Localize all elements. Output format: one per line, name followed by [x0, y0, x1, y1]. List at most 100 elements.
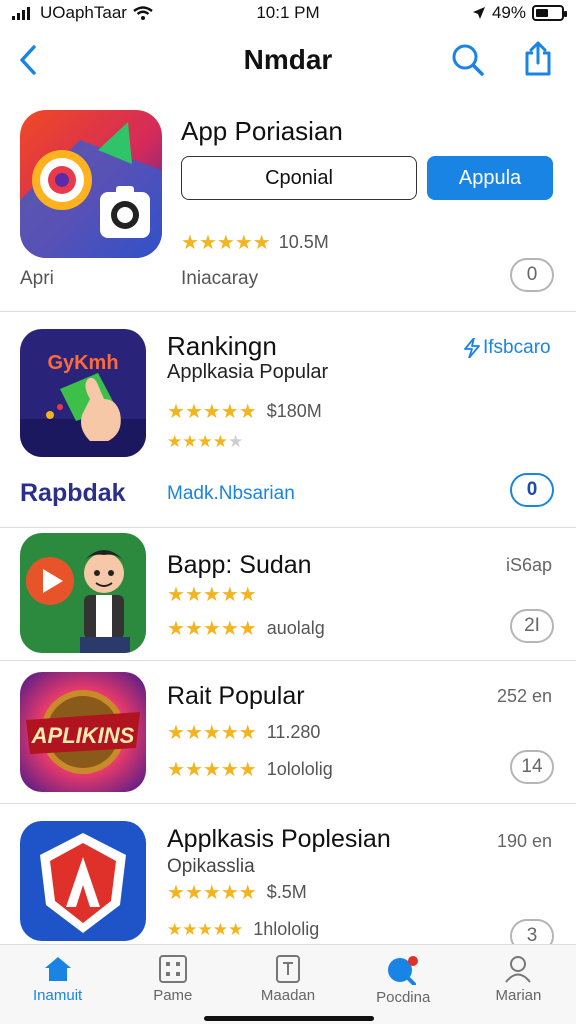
featured-badge[interactable]: 0	[510, 258, 554, 292]
star-rating: ★★★★★	[167, 723, 257, 743]
star-rating: ★★★★★	[167, 619, 257, 639]
tab-label: Pame	[153, 987, 193, 1004]
ranking-badge[interactable]: 0	[510, 473, 554, 507]
star-icon: ★	[184, 400, 203, 423]
star-icon: ★	[184, 617, 203, 640]
star-icon: ★	[167, 721, 185, 744]
app-secondary-rating: ★★★★★ auolalg	[167, 618, 325, 639]
ranking-link[interactable]: Ifsbcaro	[464, 337, 551, 359]
aplikins-app-logo: APLIKINS	[20, 672, 146, 792]
app-title: Rait Popular	[167, 682, 305, 710]
star-icon: ★	[167, 584, 185, 606]
ranking-app-icon[interactable]: GyKmh	[20, 329, 146, 457]
tab-apps[interactable]: Maadan	[230, 945, 345, 1024]
share-button[interactable]	[518, 38, 558, 80]
star-icon: ★	[238, 881, 257, 904]
ranking-brand: Rapbdak	[20, 479, 126, 507]
app-badge[interactable]: 14	[510, 750, 554, 784]
star-icon: ★	[220, 881, 239, 904]
featured-app-icon[interactable]	[20, 110, 162, 258]
get-app-button[interactable]: Appula	[427, 156, 553, 200]
app-secondary-rating: ★★★★★ 1hlololig	[167, 919, 319, 940]
search-icon	[452, 44, 484, 76]
star-rating: ★★★★★	[167, 432, 243, 451]
secondary-action-button[interactable]: Cponial	[181, 156, 417, 200]
search-icon	[388, 956, 419, 985]
carrier-name: UOaphTaar	[40, 3, 127, 22]
ranking-link-label: Ifsbcaro	[483, 337, 551, 358]
ranking-secondary-rating: ★★★★★	[167, 433, 243, 452]
star-icon: ★	[167, 617, 185, 640]
app-side-info: 190 en	[496, 831, 552, 851]
star-icon: ★	[234, 231, 253, 254]
share-icon	[525, 41, 551, 76]
star-icon: ★	[212, 920, 228, 939]
app-side-info: 252 en	[496, 686, 552, 706]
app-detail: $.5M	[266, 882, 307, 902]
tab-label: Inamuit	[33, 987, 83, 1004]
star-icon: ★	[202, 721, 221, 744]
tab-search[interactable]: Pocdina	[346, 945, 461, 1024]
star-icon: ★	[202, 758, 221, 781]
featured-caption: Apri	[20, 268, 54, 289]
tab-games[interactable]: Pame	[115, 945, 230, 1024]
tab-bar: Inamuit Pame Maadan Pocdina Marian	[0, 944, 576, 1024]
featured-app: App Poriasian Cponial Appula ★★★★★ 10.5M…	[0, 100, 576, 312]
star-rating: ★★★★★	[167, 921, 243, 938]
tab-label: Marian	[495, 987, 542, 1004]
star-icon: ★	[182, 920, 198, 939]
aplikins-icon-text: APLIKINS	[31, 723, 135, 748]
star-icon: ★	[167, 400, 185, 423]
star-icon: ★	[198, 231, 217, 254]
app-icon[interactable]	[20, 533, 146, 653]
star-icon: ★	[197, 920, 213, 939]
star-icon: ★	[220, 721, 239, 744]
list-item: Bapp: Sudan iS6ap ★★★★★ ★★★★★ auolalg 2I	[0, 529, 576, 661]
person-icon	[505, 956, 532, 983]
status-left: UOaphTaar	[12, 3, 153, 23]
star-icon: ★	[220, 758, 239, 781]
search-button[interactable]	[448, 40, 488, 80]
star-icon: ★	[212, 432, 228, 451]
lightning-icon	[464, 338, 480, 358]
app-icon[interactable]	[20, 821, 146, 941]
star-icon: ★	[184, 758, 203, 781]
star-icon: ★	[238, 758, 257, 781]
star-icon: ★	[184, 584, 203, 606]
app-rating: ★★★★★ $.5M	[167, 882, 307, 903]
star-icon: ★	[220, 400, 239, 423]
status-bar: UOaphTaar 10:1 PM 49%	[0, 0, 576, 26]
star-icon: ★	[238, 584, 257, 606]
app-subtitle: auolalg	[266, 618, 325, 638]
ranking-rating: ★★★★★ $180M	[167, 401, 322, 422]
star-icon: ★	[197, 432, 213, 451]
star-icon: ★	[202, 617, 221, 640]
app-icon[interactable]: APLIKINS	[20, 672, 146, 792]
star-rating: ★★★★★	[167, 760, 257, 780]
app-title: Bapp: Sudan	[167, 551, 312, 579]
app-rating: ★★★★★	[167, 585, 257, 605]
navigation-bar: Nmdar	[0, 30, 576, 90]
page-title: Nmdar	[243, 44, 333, 75]
ranking-size: $180M	[266, 401, 322, 421]
document-icon	[276, 955, 300, 983]
star-icon: ★	[228, 920, 244, 939]
star-rating: ★★★★★	[181, 233, 271, 253]
ranking-label[interactable]: Madk.Nbsarian	[167, 483, 295, 505]
star-icon: ★	[228, 432, 244, 451]
featured-app-title: App Poriasian	[181, 116, 343, 146]
star-icon: ★	[181, 231, 199, 254]
star-icon: ★	[167, 881, 185, 904]
home-icon	[44, 957, 71, 981]
home-indicator[interactable]	[204, 1016, 374, 1021]
wifi-icon	[133, 6, 153, 20]
app-badge[interactable]: 2I	[510, 609, 554, 643]
notification-dot	[408, 956, 419, 966]
tab-home[interactable]: Inamuit	[0, 945, 115, 1024]
tab-profile[interactable]: Marian	[461, 945, 576, 1024]
list-item: Applkasis Poplesian 190 en Opikasslia ★★…	[0, 805, 576, 953]
star-rating: ★★★★★	[167, 883, 257, 903]
location-arrow-icon	[472, 7, 485, 19]
star-icon: ★	[220, 617, 239, 640]
app-secondary-rating: ★★★★★ 1olololig	[167, 759, 333, 780]
